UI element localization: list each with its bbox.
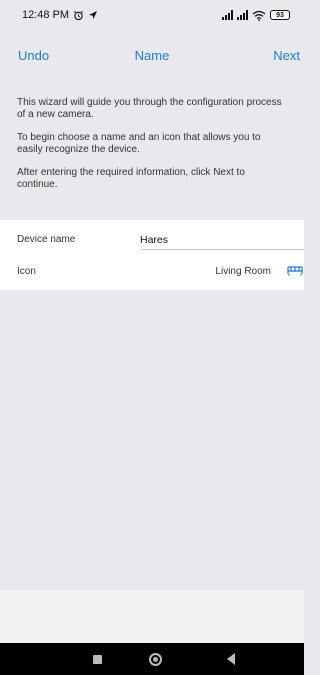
wizard-intro: This wizard will guide you through the c… xyxy=(0,80,304,220)
bottom-panel xyxy=(0,590,304,643)
navigation-arrow-icon xyxy=(89,11,98,19)
icon-row[interactable]: Icon Living Room xyxy=(0,256,304,286)
intro-paragraph-2: To begin choose a name and an icon that … xyxy=(17,132,304,156)
intro-line: To begin choose a name and an icon that … xyxy=(17,132,261,143)
device-name-row: Device name Hares xyxy=(0,224,304,254)
status-bar-right: 93 xyxy=(222,10,290,21)
square-recent-apps-icon[interactable] xyxy=(90,652,104,666)
next-button[interactable]: Next xyxy=(273,48,300,63)
status-time: 12:48 PM xyxy=(22,9,70,21)
intro-paragraph-3: After entering the required information,… xyxy=(17,167,304,191)
triangle-back-icon[interactable] xyxy=(224,652,238,666)
navigation-bar: Undo Name Next xyxy=(0,30,304,80)
intro-paragraph-1: This wizard will guide you through the c… xyxy=(17,97,304,121)
intro-line: easily recognize the device. xyxy=(17,144,140,155)
device-form: Device name Hares Icon Living Room xyxy=(0,220,304,290)
icon-label: Icon xyxy=(17,266,36,277)
intro-line: After entering the required information,… xyxy=(17,167,245,178)
signal-bars-icon xyxy=(237,10,248,20)
signal-bars-icon xyxy=(222,10,233,20)
status-bar: 12:48 PM 93 xyxy=(0,0,304,30)
page-title: Name xyxy=(134,47,170,63)
icon-value[interactable]: Living Room xyxy=(215,266,271,277)
empty-content-area xyxy=(0,290,304,590)
intro-line: continue. xyxy=(17,179,58,190)
intro-line: of a new camera. xyxy=(17,109,94,120)
alarm-clock-icon xyxy=(74,10,84,20)
intro-line: This wizard will guide you through the c… xyxy=(17,97,282,108)
sofa-icon[interactable] xyxy=(286,264,304,276)
battery-icon: 93 xyxy=(270,10,290,20)
device-name-field[interactable]: Hares xyxy=(140,229,304,250)
circle-home-icon[interactable] xyxy=(148,652,162,666)
undo-button[interactable]: Undo xyxy=(18,48,49,63)
status-bar-left: 12:48 PM xyxy=(22,9,98,21)
system-navigation-bar xyxy=(0,643,304,675)
wifi-icon xyxy=(252,10,266,21)
device-name-label: Device name xyxy=(17,234,76,245)
